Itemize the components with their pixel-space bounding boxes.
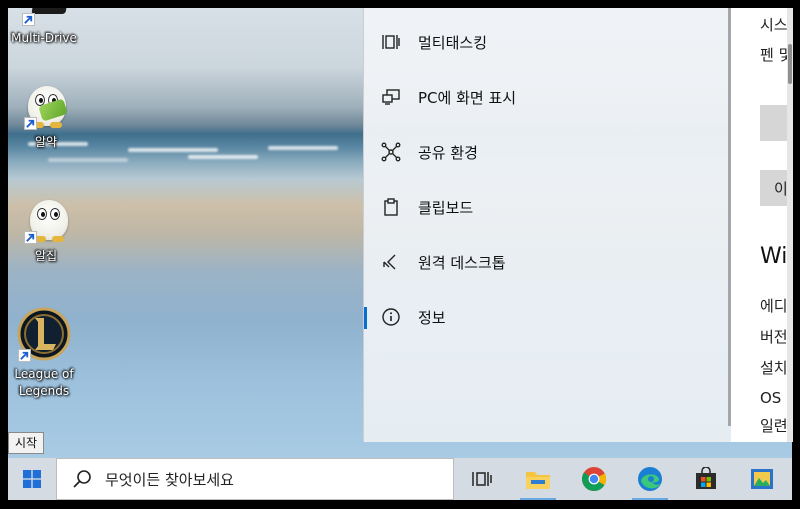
info-icon <box>380 306 402 328</box>
content-text-system: 시스 <box>760 16 788 34</box>
file-explorer-button[interactable] <box>510 458 566 500</box>
nav-item-label: PC에 화면 표시 <box>418 88 517 107</box>
search-icon <box>73 470 91 488</box>
shortcut-arrow-icon <box>24 231 37 244</box>
edge-button[interactable] <box>622 458 678 500</box>
shortcut-arrow-icon <box>22 13 35 26</box>
desktop-icon-league-of-legends[interactable]: League of Legends <box>8 306 82 400</box>
store-icon <box>696 467 716 489</box>
nav-item-label: 원격 데스크톱 <box>418 253 506 272</box>
spec-row-serial: 일련 <box>760 417 788 435</box>
settings-content: 시스 펜 및 이 Win 에디 버전 설치 OS 빌 일련 <box>731 8 793 442</box>
desktop-icon-label: Multi-Drive <box>11 31 77 45</box>
settings-window: 멀티태스킹 PC에 화면 표시 공유 환경 클립보드 원격 데스크톱 정보 시스… <box>363 8 793 442</box>
nav-item-about[interactable]: 정보 <box>364 293 728 341</box>
photos-icon <box>751 469 773 489</box>
multitasking-icon <box>380 31 402 53</box>
shortcut-arrow-icon <box>18 349 31 362</box>
desktop-icon-label: 알집 <box>34 249 58 263</box>
desktop-icon-alyac[interactable]: 알약 <box>8 82 84 151</box>
spec-row-installed-on: 설치 <box>760 359 788 377</box>
league-of-legends-icon <box>16 306 72 362</box>
nav-item-shared-experiences[interactable]: 공유 환경 <box>364 128 728 176</box>
shared-experiences-icon <box>380 141 402 163</box>
taskbar: 무엇이든 찾아보세요 <box>8 458 792 500</box>
taskbar-search-box[interactable]: 무엇이든 찾아보세요 <box>56 458 454 500</box>
nav-item-clipboard[interactable]: 클립보드 <box>364 183 728 231</box>
shortcut-arrow-icon <box>24 117 37 130</box>
alyac-icon <box>22 82 70 130</box>
settings-nav: 멀티태스킹 PC에 화면 표시 공유 환경 클립보드 원격 데스크톱 정보 <box>364 8 728 442</box>
desktop-icon-alzip[interactable]: 알집 <box>8 196 84 265</box>
task-view-icon <box>472 472 492 486</box>
chrome-button[interactable] <box>566 458 622 500</box>
task-view-button[interactable] <box>454 458 510 500</box>
project-to-pc-icon <box>380 86 402 108</box>
store-button[interactable] <box>678 458 734 500</box>
remote-desktop-icon <box>380 251 402 273</box>
nav-item-label: 정보 <box>418 308 446 327</box>
search-placeholder: 무엇이든 찾아보세요 <box>105 470 234 489</box>
nav-item-remote-desktop[interactable]: 원격 데스크톱 <box>364 238 728 286</box>
start-button[interactable] <box>8 458 56 500</box>
alzip-icon <box>22 196 70 244</box>
start-tooltip: 시작 <box>8 432 45 454</box>
nav-item-label: 멀티태스킹 <box>418 33 488 52</box>
spec-row-version: 버전 <box>760 328 788 346</box>
chrome-icon <box>582 467 607 492</box>
file-explorer-icon <box>526 472 550 489</box>
nav-item-label: 클립보드 <box>418 198 474 217</box>
spec-row-edition: 에디 <box>760 297 788 315</box>
edge-icon <box>638 467 662 491</box>
desktop-icon-multi-drive[interactable]: Multi-Drive <box>8 8 82 47</box>
desktop-icon-label: League of Legends <box>14 367 74 398</box>
content-scrollbar[interactable] <box>787 8 793 442</box>
nav-item-label: 공유 환경 <box>418 143 478 162</box>
nav-item-multitasking[interactable]: 멀티태스킹 <box>364 18 728 66</box>
nav-item-project-to-pc[interactable]: PC에 화면 표시 <box>364 73 728 121</box>
photos-button[interactable] <box>734 458 790 500</box>
windows-logo-icon <box>23 470 41 488</box>
clipboard-icon <box>380 196 402 218</box>
desktop-icon-label: 알약 <box>34 135 58 149</box>
multi-drive-icon <box>20 8 71 26</box>
